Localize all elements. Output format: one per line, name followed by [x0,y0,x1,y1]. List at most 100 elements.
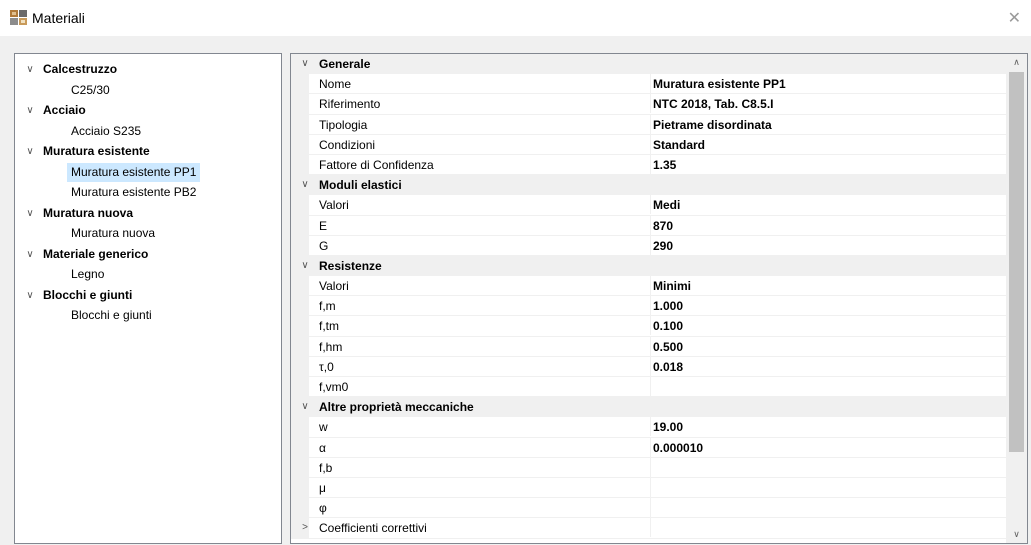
property-label: E [319,218,328,233]
collapse-chevron-icon[interactable]: ∨ [299,54,311,74]
category-row-generale[interactable]: ∨ Generale [291,54,1006,75]
property-row[interactable]: Valori Medi [291,195,1006,216]
property-value[interactable] [650,377,1006,396]
property-row[interactable]: τ,0 0.018 [291,356,1006,377]
row-gutter [291,114,309,134]
property-row[interactable]: Nome Muratura esistente PP1 [291,74,1006,95]
tree-item-muratura-esistente-pp1[interactable]: Muratura esistente PP1 [67,162,201,182]
property-row[interactable]: E 870 [291,215,1006,236]
tree-item-c25-30[interactable]: C25/30 [67,81,114,100]
property-row[interactable]: μ [291,477,1006,499]
property-label: w [319,420,328,435]
scroll-up-icon[interactable]: ∧ [1006,54,1027,71]
tree-group-label: Calcestruzzo [43,62,118,76]
row-gutter [291,195,309,215]
row-gutter [291,215,309,235]
expand-chevron-icon[interactable]: ∨ [23,245,37,264]
property-value[interactable]: Muratura esistente PP1 [650,74,1006,94]
row-gutter [291,134,309,154]
property-value[interactable]: 1.000 [650,296,1006,316]
category-label: Resistenze [319,258,382,273]
property-value[interactable]: 0.100 [650,316,1006,336]
expand-chevron-icon[interactable]: ∨ [23,204,37,223]
property-label: f,vm0 [319,380,349,394]
property-label: Nome [319,77,352,92]
property-value[interactable]: Minimi [650,276,1006,296]
row-gutter [291,316,309,336]
property-row[interactable]: Riferimento NTC 2018, Tab. C8.5.I [291,94,1006,115]
row-gutter [291,154,309,175]
property-row[interactable]: α 0.000010 [291,437,1006,458]
property-row[interactable]: Valori Minimi [291,276,1006,297]
vertical-scrollbar[interactable]: ∧ ∨ [1006,54,1027,543]
property-row[interactable]: f,tm 0.100 [291,316,1006,337]
category-label: Moduli elastici [319,178,402,193]
category-row-moduli-elastici[interactable]: ∨ Moduli elastici [291,175,1006,196]
property-value[interactable]: Pietrame disordinata [650,114,1006,134]
tree-group-calcestruzzo[interactable]: ∨ Calcestruzzo [23,60,273,79]
category-row-coefficienti-correttivi[interactable]: > Coefficienti correttivi [291,518,1006,539]
property-label: Fattore di Confidenza [319,157,434,172]
tree-group-label: Acciaio [43,103,86,117]
tree-item-muratura-nuova[interactable]: Muratura nuova [67,224,159,243]
property-label: G [319,238,329,253]
property-value[interactable] [650,457,1006,477]
tree-group-acciaio[interactable]: ∨ Acciaio [23,101,273,120]
property-label: f,tm [319,319,339,334]
row-gutter [291,296,309,316]
tree-group-muratura-esistente[interactable]: ∨ Muratura esistente [23,142,273,161]
property-value[interactable]: 0.000010 [650,437,1006,457]
property-value[interactable]: 290 [650,235,1006,255]
collapse-chevron-icon[interactable]: ∨ [299,397,311,417]
tree-item-acciaio-s235[interactable]: Acciaio S235 [67,122,145,141]
property-row[interactable]: f,m 1.000 [291,296,1006,317]
property-label: f,hm [319,339,343,354]
tree-item-blocchi-e-giunti[interactable]: Blocchi e giunti [67,306,156,325]
category-label: Generale [319,57,371,71]
property-row[interactable]: Fattore di Confidenza 1.35 [291,154,1006,176]
collapse-chevron-icon[interactable]: ∨ [299,256,311,276]
row-gutter [291,276,309,296]
property-row[interactable]: φ [291,498,1006,519]
tree-group-blocchi-e-giunti[interactable]: ∨ Blocchi e giunti [23,286,273,305]
property-row[interactable]: G 290 [291,235,1006,256]
tree-group-muratura-nuova[interactable]: ∨ Muratura nuova [23,204,273,223]
property-value[interactable]: 870 [650,215,1006,235]
property-value[interactable]: NTC 2018, Tab. C8.5.I [650,94,1006,114]
row-gutter [291,377,309,397]
scroll-down-icon[interactable]: ∨ [1006,526,1027,543]
property-grid[interactable]: ∨ Generale Nome Muratura esistente PP1 Rifer… [290,53,1028,544]
property-value[interactable]: Standard [650,134,1006,154]
property-value[interactable]: Medi [650,195,1006,215]
expand-chevron-icon[interactable]: > [299,518,311,538]
collapse-chevron-icon[interactable]: ∨ [299,175,311,195]
row-gutter [291,235,309,255]
property-value[interactable] [650,498,1006,518]
expand-chevron-icon[interactable]: ∨ [23,286,37,305]
property-row[interactable]: f,hm 0.500 [291,336,1006,357]
property-value [650,518,1006,538]
property-value[interactable] [650,477,1006,497]
property-row[interactable]: Tipologia Pietrame disordinata [291,114,1006,135]
scrollbar-thumb[interactable] [1009,72,1024,452]
property-row[interactable]: w 19.00 [291,417,1006,438]
materials-tree[interactable]: ∨ Calcestruzzo C25/30 ∨ Acciaio Acciaio S235 ∨… [14,53,282,544]
tree-group-materiale-generico[interactable]: ∨ Materiale generico [23,245,273,264]
property-label: Tipologia [319,117,368,132]
property-row[interactable]: Condizioni Standard [291,134,1006,155]
tree-group-label: Materiale generico [43,246,149,261]
tree-item-muratura-esistente-pb2[interactable]: Muratura esistente PB2 [67,183,200,202]
category-row-altre-propriet-meccaniche[interactable]: ∨ Altre proprietà meccaniche [291,397,1006,418]
property-value[interactable]: 1.35 [650,154,1006,174]
expand-chevron-icon[interactable]: ∨ [23,142,37,161]
property-row[interactable]: f,b [291,457,1006,478]
property-value[interactable]: 0.018 [650,356,1006,376]
category-row-resistenze[interactable]: ∨ Resistenze [291,255,1006,277]
property-row[interactable]: f,vm0 [291,377,1006,398]
property-value[interactable]: 19.00 [650,417,1006,437]
expand-chevron-icon[interactable]: ∨ [23,60,37,79]
expand-chevron-icon[interactable]: ∨ [23,101,37,120]
tree-item-legno[interactable]: Legno [67,265,108,284]
close-icon[interactable]: ✕ [1008,8,1021,28]
property-value[interactable]: 0.500 [650,336,1006,356]
